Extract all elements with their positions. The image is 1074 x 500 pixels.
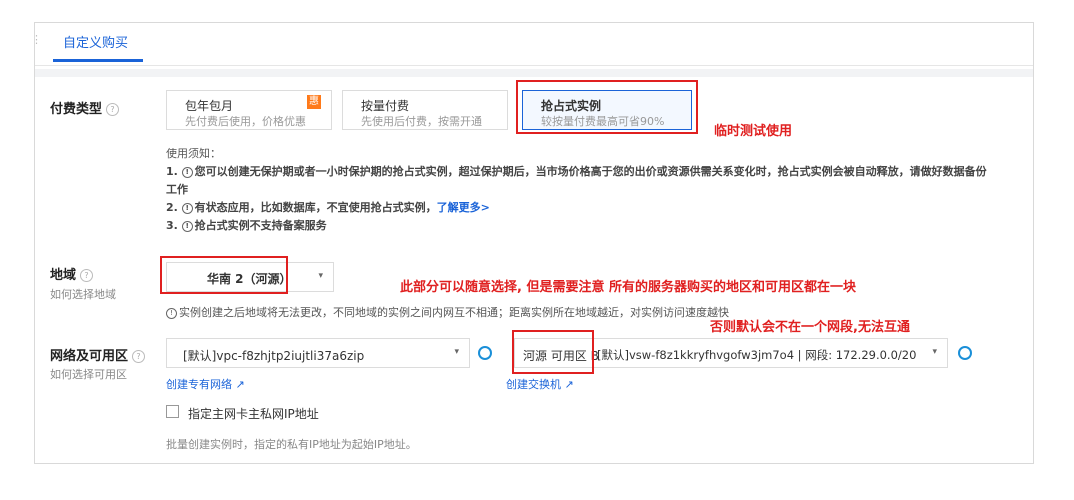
note-3: 3. ! 抢占式实例不支持备案服务 <box>166 217 996 235</box>
chevron-down-icon: ▾ <box>454 347 459 357</box>
chevron-down-icon: ▾ <box>318 271 323 281</box>
option-title: 按量付费 <box>361 99 410 113</box>
annotation-temp-test: 临时测试使用 <box>714 124 793 139</box>
active-tab-indicator <box>53 59 143 62</box>
highlight-box-preemptible <box>516 80 698 134</box>
discount-badge: 惠 <box>307 95 321 109</box>
highlight-box-region <box>160 256 288 294</box>
vpc-selected-value: [默认]vpc-f8zhjtp2iujtli37a6zip <box>183 349 365 363</box>
note-3-number: 3. <box>166 219 182 232</box>
vpc-select[interactable]: [默认]vpc-f8zhjtp2iujtli37a6zip ▾ <box>166 338 470 368</box>
refresh-vpc-icon[interactable] <box>478 346 492 360</box>
option-desc: 先付费后使用，价格优惠 <box>185 115 306 128</box>
billing-type-label-text: 付费类型 <box>50 102 103 117</box>
tab-bar: ⋮ 自定义购买 <box>31 23 1033 66</box>
region-label-text: 地域 <box>50 268 77 283</box>
info-icon: ! <box>166 307 177 319</box>
zone-help-link[interactable]: 如何选择可用区 <box>50 366 127 382</box>
note-1: 1. ! 您可以创建无保护期或者一小时保护期的抢占式实例，超过保护期后，当市场价格… <box>166 163 996 199</box>
notes-header: 使用须知： <box>166 147 221 160</box>
info-icon: ! <box>181 202 193 214</box>
vswitch-selected-value: [默认]vsw-f8z1kkryfhvgofw3jm7o4 | 网段: 172.… <box>597 348 917 362</box>
chevron-down-icon: ▾ <box>932 347 937 357</box>
section-divider <box>35 69 1033 77</box>
region-help-link[interactable]: 如何选择地域 <box>50 286 116 302</box>
region-warning-text: 实例创建之后地域将无法更改，不同地域的实例之间内网互不相通；距离实例所在地域越近… <box>179 306 729 319</box>
external-link-icon: ↗ <box>235 378 245 391</box>
network-zone-label: 网络及可用区? <box>50 345 146 364</box>
billing-option-subscription[interactable]: 包年包月 先付费后使用，价格优惠 惠 <box>166 90 332 130</box>
create-vpc-link[interactable]: 创建专有网络 ↗ <box>166 376 245 392</box>
highlight-box-zone <box>512 330 594 374</box>
note-2-text: 有状态应用，比如数据库，不宜使用抢占式实例， <box>194 201 437 214</box>
annotation-region-note: 此部分可以随意选择, 但是需要注意 所有的服务器购买的地区和可用区都在一块 <box>400 280 856 295</box>
refresh-vswitch-icon[interactable] <box>958 346 972 360</box>
note-2: 2. ! 有状态应用，比如数据库，不宜使用抢占式实例，了解更多> <box>166 199 996 217</box>
info-icon: ! <box>181 166 193 178</box>
note-2-number: 2. <box>166 201 182 214</box>
option-title: 包年包月 <box>185 99 234 113</box>
tab-scroll-indicator: ⋮ <box>31 33 42 46</box>
external-link-icon: ↗ <box>564 378 574 391</box>
help-icon[interactable]: ? <box>106 103 120 116</box>
help-icon[interactable]: ? <box>80 269 94 282</box>
annotation-network-segment: 否则默认会不在一个网段,无法互通 <box>710 320 910 335</box>
private-ip-label: 指定主网卡主私网IP地址 <box>188 407 319 421</box>
private-ip-checkbox[interactable] <box>166 405 179 418</box>
region-label: 地域? <box>50 264 94 283</box>
help-icon[interactable]: ? <box>132 350 146 363</box>
batch-ip-note: 批量创建实例时，指定的私有IP地址为起始IP地址。 <box>166 438 417 451</box>
usage-notes: 使用须知： 1. ! 您可以创建无保护期或者一小时保护期的抢占式实例，超过保护期后… <box>166 145 996 235</box>
note-1-number: 1. <box>166 165 182 178</box>
region-warning: ! 实例创建之后地域将无法更改，不同地域的实例之间内网互不相通；距离实例所在地域越… <box>166 304 729 320</box>
tab-custom-purchase[interactable]: 自定义购买 <box>63 32 128 51</box>
create-vswitch-link[interactable]: 创建交换机 ↗ <box>506 376 574 392</box>
billing-option-pay-as-you-go[interactable]: 按量付费 先使用后付费，按需开通 <box>342 90 508 130</box>
learn-more-link[interactable]: 了解更多> <box>437 201 490 214</box>
network-zone-label-text: 网络及可用区 <box>50 349 129 364</box>
info-icon: ! <box>181 220 193 232</box>
billing-type-label: 付费类型? <box>50 98 120 117</box>
note-1-text: 您可以创建无保护期或者一小时保护期的抢占式实例，超过保护期后，当市场价格高于您的… <box>166 165 987 196</box>
create-vpc-link-text: 创建专有网络 <box>166 378 232 391</box>
note-3-text: 抢占式实例不支持备案服务 <box>194 219 327 232</box>
create-vswitch-link-text: 创建交换机 <box>506 378 561 391</box>
option-desc: 先使用后付费，按需开通 <box>361 115 482 128</box>
